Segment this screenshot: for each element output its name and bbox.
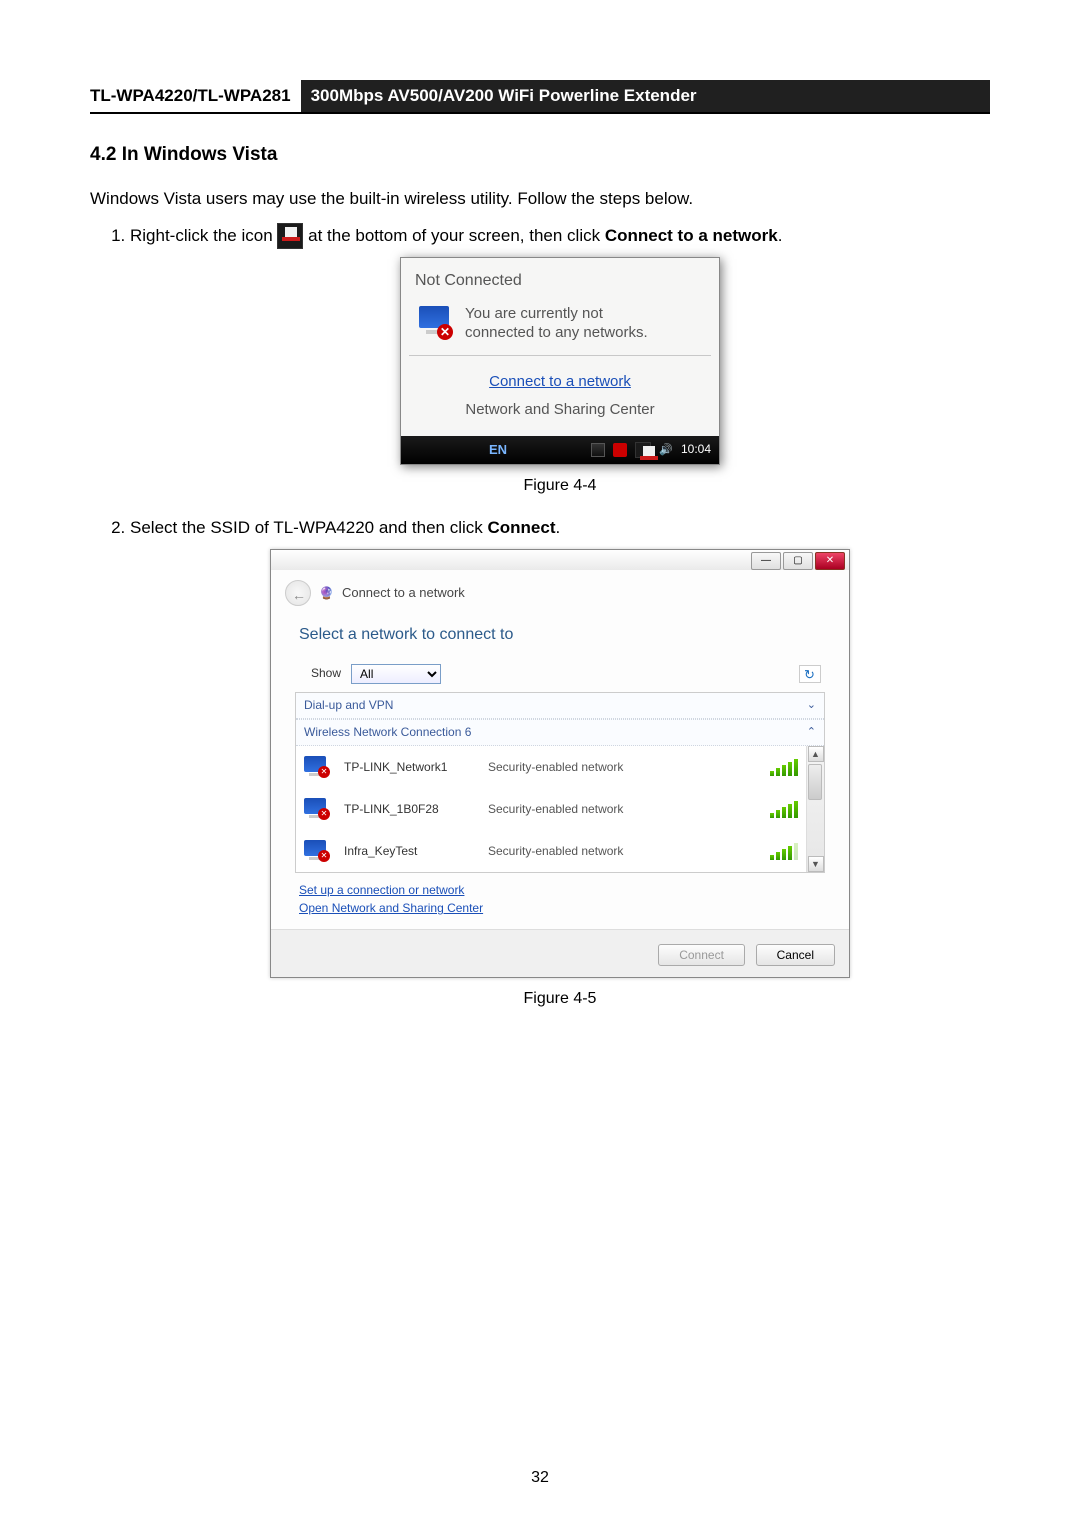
- network-item[interactable]: ✕ Infra_KeyTest Security-enabled network: [296, 830, 806, 872]
- section-intro: Windows Vista users may use the built-in…: [90, 186, 990, 212]
- speaker-icon[interactable]: [659, 440, 673, 460]
- network-icon: ✕: [304, 798, 330, 820]
- network-icon: ✕: [304, 840, 330, 862]
- step-1: Right-click the icon at the bottom of yo…: [130, 222, 990, 500]
- fig45-caption: Figure 4-5: [130, 986, 990, 1012]
- step1-post: at the bottom of your screen, then click: [308, 226, 605, 245]
- close-button[interactable]: ✕: [815, 552, 845, 570]
- fig44-msg-line1: You are currently not: [465, 305, 603, 322]
- window-chrome: — ▢ ✕: [271, 550, 849, 570]
- step-list: Right-click the icon at the bottom of yo…: [130, 222, 990, 1012]
- security-shield-icon[interactable]: [613, 443, 627, 457]
- header-model: TL-WPA4220/TL-WPA281: [90, 80, 301, 112]
- signal-icon: [768, 801, 798, 818]
- language-indicator[interactable]: EN: [489, 440, 507, 461]
- tray-network-icon: [277, 223, 303, 249]
- network-security: Security-enabled network: [488, 842, 754, 861]
- show-filter-select[interactable]: All: [351, 664, 441, 684]
- monitor-disconnected-icon: ✕: [415, 306, 453, 340]
- setup-connection-link[interactable]: Set up a connection or network: [299, 881, 821, 899]
- keyboard-icon[interactable]: [591, 443, 605, 457]
- network-name: TP-LINK_1B0F28: [344, 800, 474, 819]
- header-bar: TL-WPA4220/TL-WPA281 300Mbps AV500/AV200…: [90, 80, 990, 114]
- chevron-up-icon: ⌃: [807, 724, 816, 742]
- network-item[interactable]: ✕ TP-LINK_1B0F28 Security-enabled networ…: [296, 788, 806, 830]
- network-item[interactable]: ✕ TP-LINK_Network1 Security-enabled netw…: [296, 746, 806, 788]
- network-name: Infra_KeyTest: [344, 842, 474, 861]
- fig44-popup: Not Connected ✕ You are currently not co…: [400, 257, 720, 465]
- scroll-up-button[interactable]: ▲: [808, 746, 824, 762]
- network-globe-icon: 🔮: [319, 584, 334, 603]
- network-sharing-center-text: Network and Sharing Center: [465, 401, 654, 418]
- step2-end: .: [556, 518, 561, 537]
- step1-bold: Connect to a network: [605, 226, 778, 245]
- cancel-button[interactable]: Cancel: [756, 944, 835, 966]
- connect-to-network-link[interactable]: Connect to a network: [401, 370, 719, 394]
- taskbar-clock[interactable]: 10:04: [681, 440, 711, 459]
- fig45-dialog: — ▢ ✕ 🔮 Connect to a network Select a ne…: [270, 549, 850, 978]
- network-name: TP-LINK_Network1: [344, 758, 474, 777]
- network-items: ✕ TP-LINK_Network1 Security-enabled netw…: [296, 746, 806, 872]
- category-dialup-label: Dial-up and VPN: [304, 696, 393, 715]
- step1-pre: Right-click the icon: [130, 226, 277, 245]
- step-2: Select the SSID of TL-WPA4220 and then c…: [130, 514, 990, 1012]
- network-listbox: Dial-up and VPN ⌄ Wireless Network Conne…: [295, 692, 825, 873]
- footer-links: Set up a connection or network Open Netw…: [271, 873, 849, 929]
- signal-icon: [768, 843, 798, 860]
- refresh-button[interactable]: [799, 665, 821, 683]
- fig44-status-row: ✕ You are currently not connected to any…: [401, 300, 719, 355]
- signal-icon: [768, 759, 798, 776]
- maximize-button[interactable]: ▢: [783, 552, 813, 570]
- show-row: Show All: [271, 660, 849, 692]
- network-security: Security-enabled network: [488, 758, 754, 777]
- scroll-area: ✕ TP-LINK_Network1 Security-enabled netw…: [296, 746, 824, 872]
- fig44-msg-line2: connected to any networks.: [465, 324, 648, 341]
- taskbar: EN 10:04: [401, 436, 719, 465]
- minimize-button[interactable]: —: [751, 552, 781, 570]
- section-heading: 4.2 In Windows Vista: [90, 144, 990, 166]
- fig44-caption: Figure 4-4: [130, 473, 990, 499]
- button-bar: Connect Cancel: [271, 929, 849, 977]
- network-security: Security-enabled network: [488, 800, 754, 819]
- connect-button[interactable]: Connect: [658, 944, 745, 966]
- scroll-down-button[interactable]: ▼: [808, 856, 824, 872]
- scroll-thumb[interactable]: [808, 764, 822, 800]
- fig44-links: Connect to a network Network and Sharing…: [401, 356, 719, 436]
- step1-end: .: [778, 226, 783, 245]
- breadcrumb: 🔮 Connect to a network: [271, 570, 849, 614]
- fig44-msg: You are currently not connected to any n…: [465, 304, 648, 343]
- scrollbar[interactable]: ▲ ▼: [806, 746, 824, 872]
- dialog-prompt: Select a network to connect to: [271, 614, 849, 660]
- category-dialup[interactable]: Dial-up and VPN ⌄: [296, 693, 824, 719]
- page: TL-WPA4220/TL-WPA281 300Mbps AV500/AV200…: [0, 0, 1080, 1067]
- tray-network-icon[interactable]: [635, 442, 651, 458]
- header-product: 300Mbps AV500/AV200 WiFi Powerline Exten…: [301, 80, 990, 112]
- open-sharing-center-link[interactable]: Open Network and Sharing Center: [299, 899, 821, 917]
- chevron-down-icon: ⌄: [807, 697, 816, 715]
- back-button[interactable]: [285, 580, 311, 606]
- network-icon: ✕: [304, 756, 330, 778]
- fig44-title: Not Connected: [401, 258, 719, 300]
- step2-bold: Connect: [488, 518, 556, 537]
- step2-pre: Select the SSID of TL-WPA4220 and then c…: [130, 518, 488, 537]
- page-number: 32: [0, 1469, 1080, 1487]
- crumb-text: Connect to a network: [342, 583, 465, 604]
- show-label: Show: [311, 664, 341, 683]
- category-wireless-label: Wireless Network Connection 6: [304, 723, 471, 742]
- category-wireless[interactable]: Wireless Network Connection 6 ⌃: [296, 719, 824, 746]
